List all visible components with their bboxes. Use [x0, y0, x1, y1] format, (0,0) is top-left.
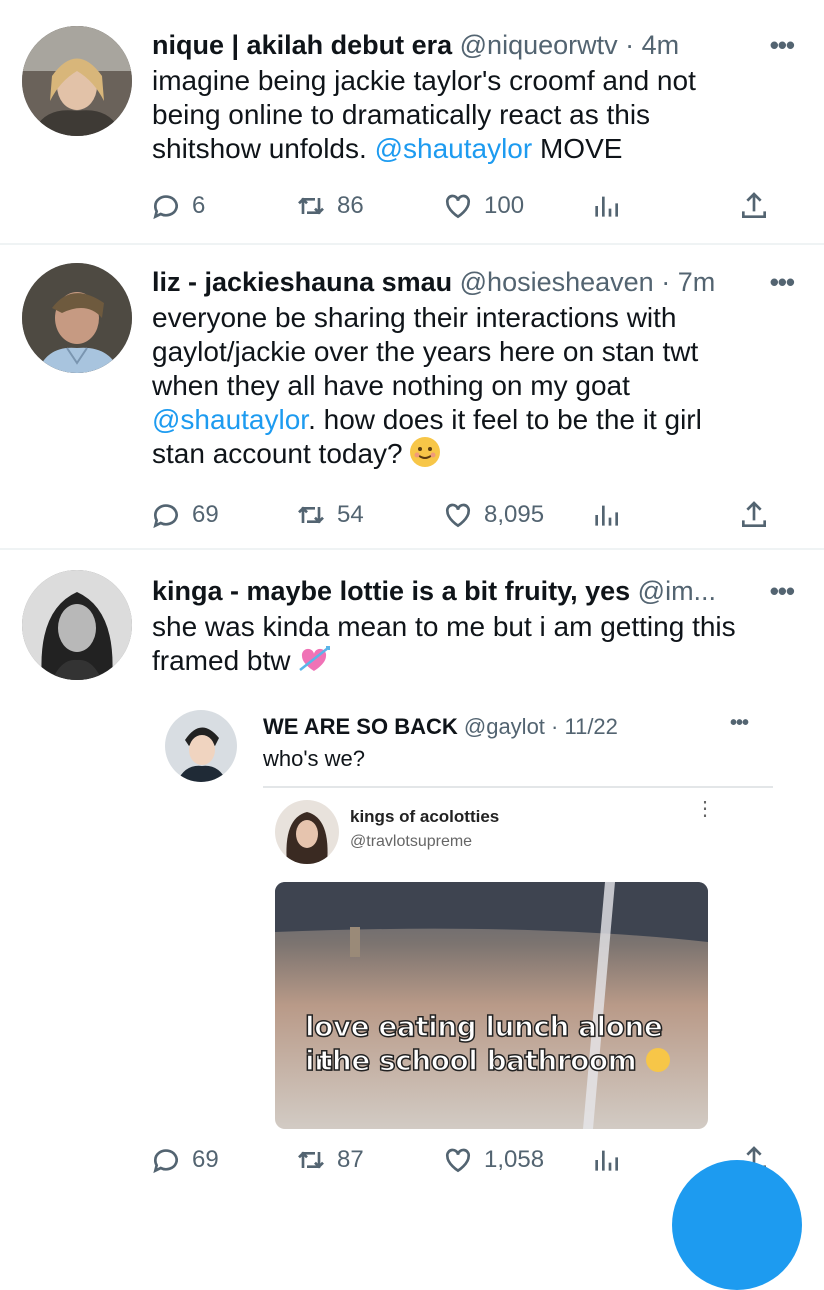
avatar [165, 710, 237, 782]
like-button[interactable]: 100 [442, 190, 524, 222]
more-options-icon[interactable]: ••• [770, 30, 795, 61]
heart-eyes-emoji [645, 1048, 670, 1072]
quoted-display-name: WE ARE SO BACK [263, 714, 458, 739]
tweet-text: imagine being jackie taylor's croomf and… [152, 64, 802, 166]
more-options-icon[interactable]: ••• [770, 267, 795, 298]
timestamp[interactable]: · 7m [661, 267, 715, 297]
display-name[interactable]: kinga - maybe lottie is a bit fruity, ye… [152, 576, 630, 606]
share-icon [742, 501, 766, 527]
avatar[interactable] [22, 26, 132, 136]
tweet-header: liz - jackieshauna smau @hosiesheaven · … [152, 267, 715, 298]
quoted-handle: @gaylot [463, 714, 545, 739]
user-handle[interactable]: @hosiesheaven [460, 267, 654, 297]
retweet-icon [298, 506, 324, 524]
tweet-2[interactable]: liz - jackieshauna smau @hosiesheaven · … [0, 245, 824, 548]
compose-tweet-button[interactable] [672, 1160, 802, 1290]
inner-handle: @travlotsupreme [350, 833, 473, 850]
tweet-header: nique | akilah debut era @niqueorwtv · 4… [152, 30, 679, 61]
text-line: shitshow unfolds. [152, 133, 367, 164]
more-options-icon: ••• [729, 712, 749, 734]
display-name[interactable]: liz - jackieshauna smau [152, 267, 452, 297]
text-line: imagine being jackie taylor's croomf and… [152, 65, 696, 96]
quoted-timestamp: · 11/22 [551, 714, 618, 739]
smiling-face-emoji [410, 437, 441, 467]
mention-link[interactable]: @shautaylor [375, 133, 533, 164]
like-button[interactable]: 8,095 [442, 499, 544, 531]
reply-button[interactable]: 6 [150, 190, 205, 222]
text-line: she was kinda mean to me but i am gettin… [152, 611, 736, 642]
retweet-count: 54 [337, 501, 364, 528]
analytics-button[interactable] [590, 499, 622, 531]
tweet-text: everyone be sharing their interactions w… [152, 301, 802, 471]
avatar[interactable] [22, 263, 132, 373]
retweet-button[interactable]: 86 [295, 190, 364, 222]
heart-icon [445, 503, 471, 528]
user-handle[interactable]: @niqueorwtv [460, 30, 618, 60]
heart-with-arrow-emoji [298, 644, 331, 674]
display-name[interactable]: nique | akilah debut era [152, 30, 452, 60]
avatar [275, 800, 339, 864]
text-line: stan account today? [152, 438, 403, 469]
reply-icon [153, 504, 178, 529]
action-bar: 69 54 8,095 [150, 499, 780, 539]
tweet-1[interactable]: nique | akilah debut era @niqueorwtv · 4… [0, 0, 824, 243]
text-line: everyone be sharing their interactions w… [152, 302, 677, 333]
mention-link[interactable]: @shautaylor [152, 404, 308, 435]
avatar[interactable] [22, 570, 132, 680]
quoted-screenshot[interactable]: WE ARE SO BACK @gaylot · 11/22 ••• who's… [160, 690, 780, 1180]
like-count: 8,095 [484, 501, 545, 528]
retweet-button[interactable]: 54 [295, 499, 364, 531]
meme-caption-line: the school bathroom [318, 1043, 699, 1078]
text-tail: MOVE [532, 133, 623, 164]
share-button[interactable] [738, 499, 770, 531]
like-count: 100 [484, 192, 525, 219]
share-button[interactable] [738, 190, 770, 222]
retweet-count: 86 [337, 192, 364, 219]
reply-count: 69 [192, 501, 219, 528]
analytics-icon [595, 196, 618, 217]
text-line: being online to dramatically react as th… [152, 99, 651, 130]
meme-image: love eating lunch alone in the school ba… [275, 882, 708, 1129]
analytics-icon [595, 505, 618, 526]
text-line: when they all have nothing on my goat [152, 370, 630, 401]
quoted-header: WE ARE SO BACK @gaylot · 11/22 [263, 714, 618, 740]
reply-icon [153, 195, 178, 220]
tweet-text: she was kinda mean to me but i am gettin… [152, 610, 802, 678]
analytics-button[interactable] [590, 190, 622, 222]
retweet-icon [298, 197, 324, 215]
timestamp[interactable]: · 4m [625, 30, 679, 60]
reply-button[interactable]: 69 [150, 499, 219, 531]
text-line: gaylot/jackie over the years here on sta… [152, 336, 699, 367]
kebab-menu-icon: ⋮ [695, 798, 715, 820]
text-tail: . how does it feel to be the it girl [308, 404, 702, 435]
reply-count: 6 [192, 192, 206, 219]
quoted-text: who's we? [263, 746, 366, 771]
text-line: framed btw [152, 645, 291, 676]
inner-post: kings of acolotties @travlotsupreme ⋮ lo… [275, 795, 715, 1135]
inner-display-name: kings of acolotties [350, 807, 500, 826]
action-bar: 6 86 100 [150, 190, 780, 230]
heart-icon [445, 194, 471, 219]
divider [263, 786, 773, 788]
more-options-icon[interactable]: ••• [770, 576, 795, 607]
tweet-header: kinga - maybe lottie is a bit fruity, ye… [152, 576, 716, 607]
share-icon [742, 192, 766, 218]
user-handle[interactable]: @im... [638, 576, 716, 606]
